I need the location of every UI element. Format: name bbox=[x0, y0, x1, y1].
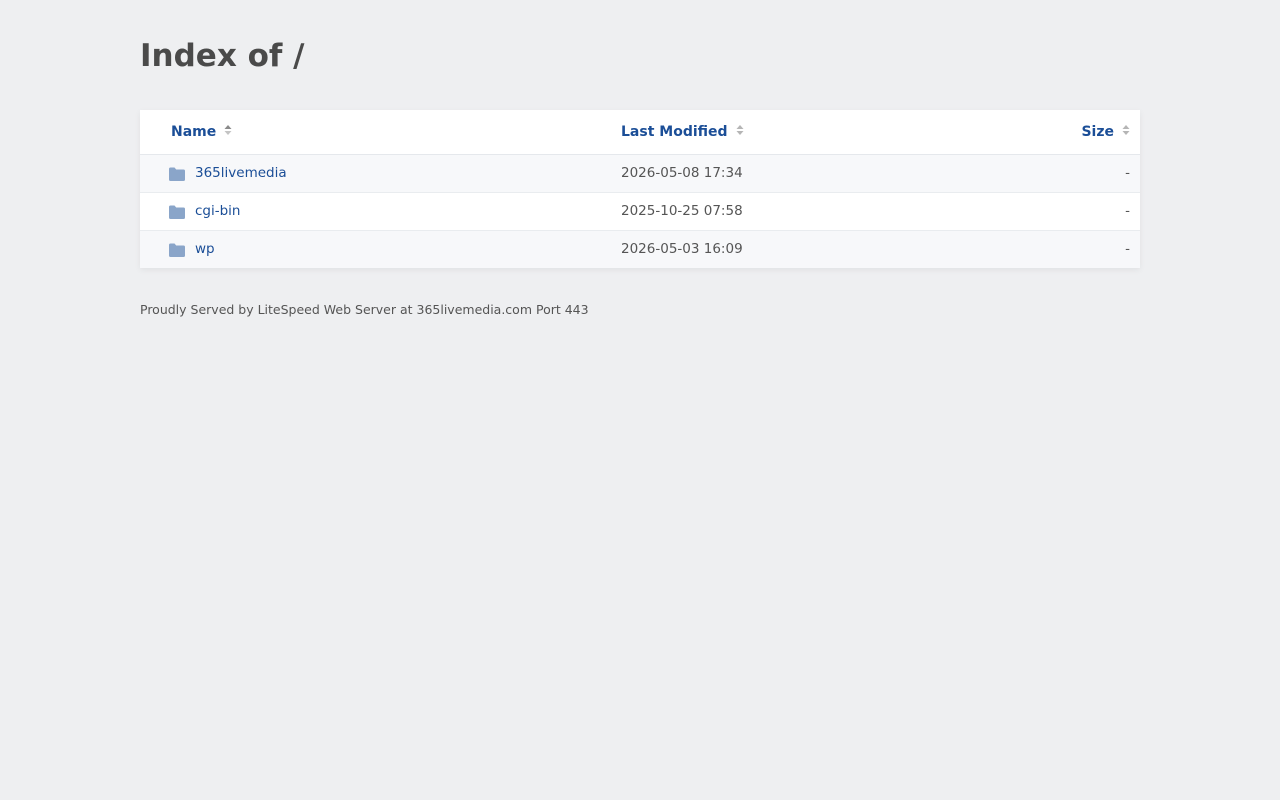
table-row: wp 2026-05-03 16:09 - bbox=[140, 231, 1140, 268]
directory-listing-table: Name Last Modified Size 365livemedia 202… bbox=[140, 110, 1140, 268]
server-footer: Proudly Served by LiteSpeed Web Server a… bbox=[140, 302, 589, 317]
header-last-modified-label: Last Modified bbox=[621, 124, 728, 140]
entry-last-modified: 2025-10-25 07:58 bbox=[621, 203, 743, 219]
entry-size: - bbox=[1125, 165, 1130, 181]
folder-icon bbox=[169, 205, 185, 219]
table-row: cgi-bin 2025-10-25 07:58 - bbox=[140, 193, 1140, 231]
sort-icon bbox=[1122, 124, 1130, 136]
sort-by-last-modified-header[interactable]: Last Modified bbox=[621, 110, 744, 154]
entry-size: - bbox=[1125, 203, 1130, 219]
entry-name-link[interactable]: 365livemedia bbox=[195, 155, 287, 192]
entry-size: - bbox=[1125, 241, 1130, 257]
table-row: 365livemedia 2026-05-08 17:34 - bbox=[140, 155, 1140, 193]
page-title: Index of / bbox=[140, 38, 305, 74]
sort-by-name-header[interactable]: Name bbox=[171, 110, 232, 154]
folder-icon bbox=[169, 167, 185, 181]
table-header: Name Last Modified Size bbox=[140, 110, 1140, 155]
header-size-label: Size bbox=[1081, 124, 1114, 140]
entry-name-link[interactable]: wp bbox=[195, 231, 215, 268]
folder-icon bbox=[169, 243, 185, 257]
sort-by-size-header[interactable]: Size bbox=[1081, 110, 1130, 154]
header-name-label: Name bbox=[171, 124, 217, 140]
entry-last-modified: 2026-05-08 17:34 bbox=[621, 165, 743, 181]
sort-icon bbox=[736, 124, 744, 136]
entry-name-link[interactable]: cgi-bin bbox=[195, 193, 241, 230]
entry-last-modified: 2026-05-03 16:09 bbox=[621, 241, 743, 257]
sort-icon bbox=[224, 124, 232, 136]
